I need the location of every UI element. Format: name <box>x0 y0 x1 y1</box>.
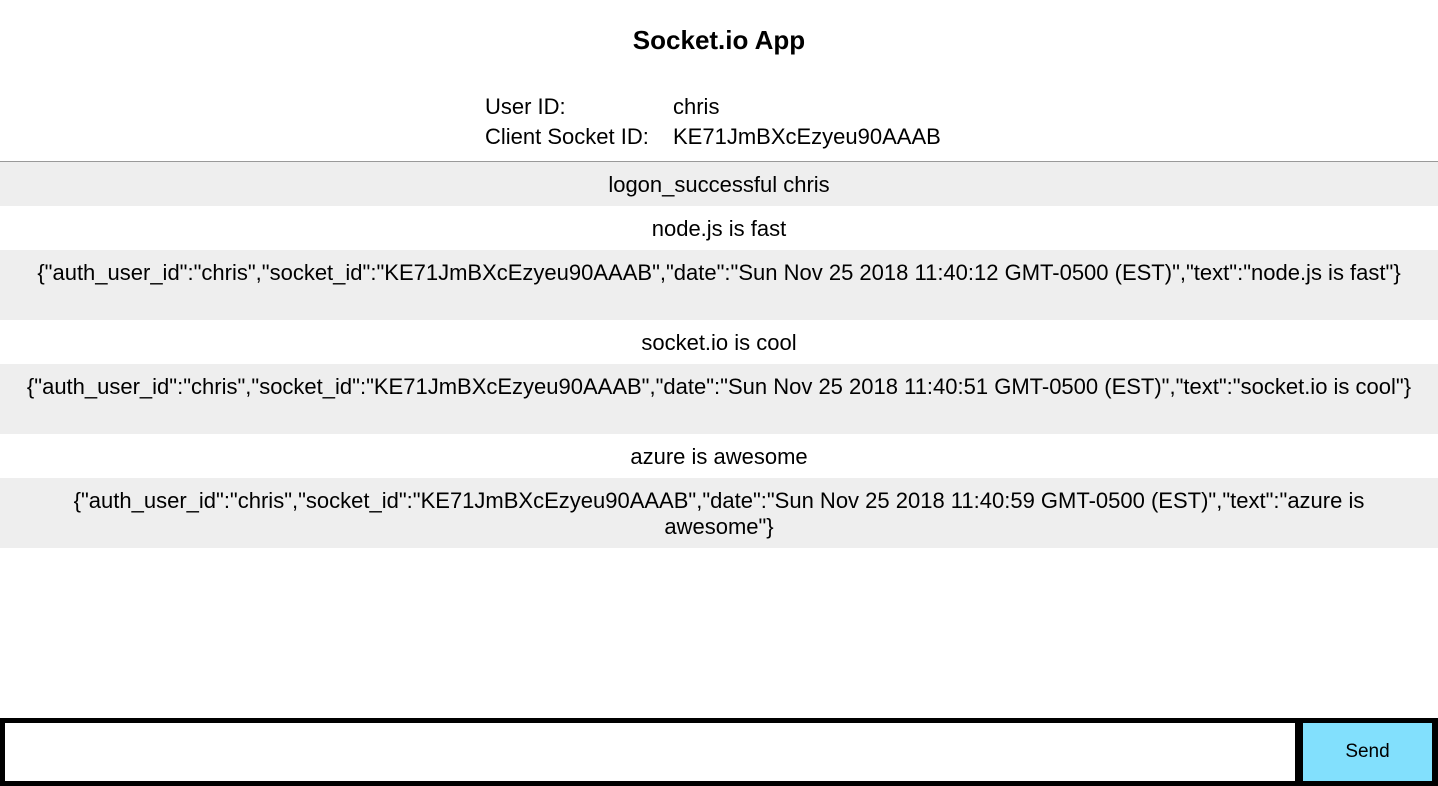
message-list: logon_successful chris node.js is fast {… <box>0 162 1438 548</box>
list-item: {"auth_user_id":"chris","socket_id":"KE7… <box>0 250 1438 320</box>
message-form: Send <box>0 718 1438 786</box>
page-title: Socket.io App <box>632 25 806 55</box>
user-id-row: User ID: chris <box>485 92 941 122</box>
send-button[interactable]: Send <box>1303 723 1432 781</box>
message-input[interactable] <box>5 723 1295 781</box>
user-id-value: chris <box>673 94 720 119</box>
socket-id-value: KE71JmBXcEzyeu90AAAB <box>673 124 941 149</box>
user-info: User ID: chris Client Socket ID: KE71JmB… <box>485 92 941 152</box>
list-item: node.js is fast <box>651 216 787 241</box>
list-item: logon_successful chris <box>0 162 1438 206</box>
user-id-label: User ID: <box>485 94 566 119</box>
list-item: azure is awesome <box>630 444 808 469</box>
socket-id-row: Client Socket ID: KE71JmBXcEzyeu90AAAB <box>485 122 941 152</box>
list-item: {"auth_user_id":"chris","socket_id":"KE7… <box>0 364 1438 434</box>
socket-id-label: Client Socket ID: <box>485 124 649 149</box>
list-item: {"auth_user_id":"chris","socket_id":"KE7… <box>0 478 1438 548</box>
app-page: Socket.io App User ID: chris Client Sock… <box>0 0 1438 786</box>
list-item: socket.io is cool <box>641 330 797 355</box>
